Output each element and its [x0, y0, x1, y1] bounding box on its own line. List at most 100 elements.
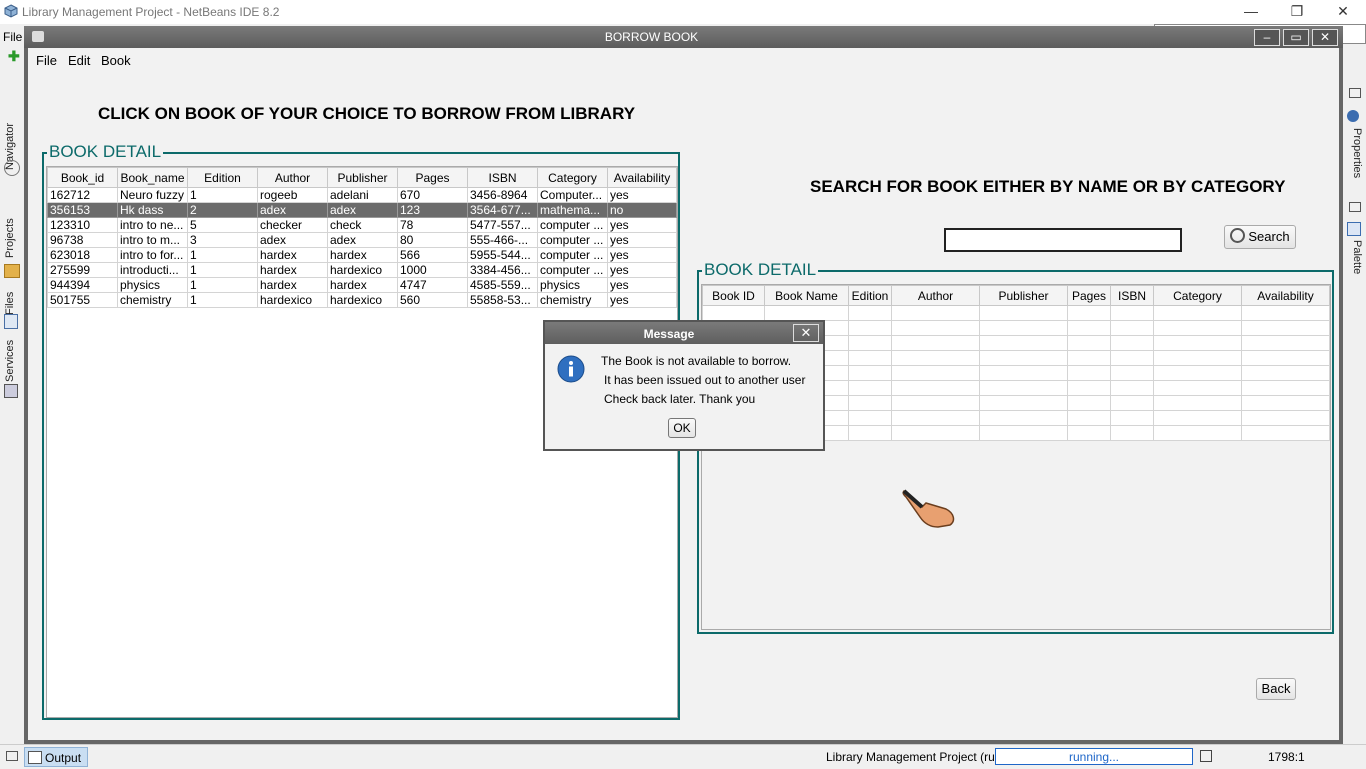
column-header[interactable]: Edition — [848, 285, 892, 306]
column-header[interactable]: Book_id — [47, 167, 118, 188]
column-header[interactable]: Author — [891, 285, 980, 306]
column-header[interactable]: Pages — [397, 167, 468, 188]
table-cell: 1 — [187, 187, 258, 203]
column-header[interactable]: Author — [257, 167, 328, 188]
table-cell — [979, 365, 1068, 381]
window-maximize-button[interactable]: ▭ — [1283, 29, 1309, 46]
column-header[interactable]: Book_name — [117, 167, 188, 188]
tab-properties[interactable]: Properties — [1347, 128, 1363, 188]
table-cell — [1110, 305, 1154, 321]
menu-file[interactable]: File — [36, 53, 57, 68]
tab-palette[interactable]: Palette — [1347, 240, 1363, 288]
table-cell: 555-466-... — [467, 232, 538, 248]
column-header[interactable]: Book Name — [764, 285, 849, 306]
table-cell — [891, 425, 980, 441]
table-cell — [848, 335, 892, 351]
table-cell — [979, 425, 1068, 441]
table-cell: 1000 — [397, 262, 468, 278]
table-cell — [848, 305, 892, 321]
table-cell: 3384-456... — [467, 262, 538, 278]
table-cell — [979, 320, 1068, 336]
table-row[interactable]: 944394 physics 1 hardex hardex 4747 4585-559..… — [47, 277, 677, 293]
table-cell: computer ... — [537, 232, 608, 248]
dialog-close-button[interactable]: ✕ — [793, 324, 819, 342]
info-icon — [557, 355, 585, 383]
table-cell — [979, 335, 1068, 351]
table-row[interactable] — [702, 305, 1330, 321]
tab-services[interactable]: Services — [4, 338, 20, 384]
table-cell — [1241, 305, 1330, 321]
ok-button[interactable]: OK — [668, 418, 696, 438]
search-button[interactable]: Search — [1224, 225, 1296, 249]
table-cell: 1 — [187, 247, 258, 263]
column-header[interactable]: Publisher — [327, 167, 398, 188]
table-row[interactable]: 623018 intro to for... 1 hardex hardex 566 595… — [47, 247, 677, 263]
table-cell: yes — [607, 232, 677, 248]
table-cell — [891, 365, 980, 381]
column-header[interactable]: Edition — [187, 167, 258, 188]
table-cell: yes — [607, 292, 677, 308]
table-row[interactable]: 356153 Hk dass 2 adex adex 123 3564-677... math… — [47, 202, 677, 218]
run-progress-bar: running... — [995, 748, 1193, 765]
table-cell — [1153, 320, 1242, 336]
menu-book[interactable]: Book — [101, 53, 131, 68]
table-cell — [979, 350, 1068, 366]
group-title-2: BOOK DETAIL — [702, 260, 819, 280]
column-header[interactable]: Category — [537, 167, 608, 188]
column-header[interactable]: Book ID — [702, 285, 765, 306]
column-header[interactable]: Availability — [1241, 285, 1330, 306]
ide-title-bar: Library Management Project - NetBeans ID… — [0, 0, 1366, 24]
table-cell: yes — [607, 217, 677, 233]
table-cell: no — [607, 202, 677, 218]
table-cell — [891, 395, 980, 411]
page-heading: CLICK ON BOOK OF YOUR CHOICE TO BORROW F… — [98, 104, 636, 123]
tab-output[interactable]: Output — [24, 747, 88, 767]
search-input[interactable] — [944, 228, 1182, 252]
table-cell: 3564-677... — [467, 202, 538, 218]
column-header[interactable]: ISBN — [1110, 285, 1154, 306]
table-row[interactable]: 96738 intro to m... 3 adex adex 80 555-466-...… — [47, 232, 677, 248]
ide-close-button[interactable]: ✕ — [1320, 0, 1366, 24]
tab-projects[interactable]: Projects — [4, 214, 20, 262]
minimize-group-icon[interactable] — [1349, 88, 1361, 98]
search-button-label: Search — [1248, 229, 1290, 244]
dialog-message-line-1: The Book is not available to borrow. — [601, 354, 792, 368]
books-table[interactable]: Book_id Book_name Edition Author Publisher Pa… — [47, 167, 677, 308]
table-cell: yes — [607, 262, 677, 278]
table-row[interactable]: 162712 Neuro fuzzy 1 rogeeb adelani 670 3456-8… — [47, 187, 677, 203]
back-button[interactable]: Back — [1256, 678, 1296, 700]
table-row[interactable]: 123310 intro to ne... 5 checker check 78 5477-… — [47, 217, 677, 233]
table-cell: 670 — [397, 187, 468, 203]
table-cell — [1067, 335, 1111, 351]
column-header[interactable]: ISBN — [467, 167, 538, 188]
new-project-icon[interactable]: ✚ — [8, 48, 20, 64]
menu-edit[interactable]: Edit — [68, 53, 90, 68]
column-header[interactable]: Availability — [607, 167, 677, 188]
table-cell — [848, 425, 892, 441]
column-header[interactable]: Publisher — [979, 285, 1068, 306]
minimize-output-icon[interactable] — [6, 751, 18, 761]
column-header[interactable]: Pages — [1067, 285, 1111, 306]
ide-restore-button[interactable]: ❐ — [1274, 0, 1320, 24]
cancel-task-icon[interactable] — [1200, 750, 1212, 762]
minimize-group-icon-2[interactable] — [1349, 202, 1361, 212]
table-row[interactable]: 275599 introducti... 1 hardex hardexico 1000 3… — [47, 262, 677, 278]
dialog-title-bar: Message ✕ — [545, 322, 823, 344]
table-cell: adelani — [327, 187, 398, 203]
ide-menu-file-partial[interactable]: File — [3, 30, 22, 44]
menu-bar: File Edit Book — [28, 48, 1339, 72]
properties-icon — [1347, 110, 1359, 122]
table-cell: hardex — [257, 247, 328, 263]
table-cell — [891, 335, 980, 351]
window-minimize-button[interactable]: – — [1254, 29, 1280, 46]
table-cell: chemistry — [117, 292, 188, 308]
table-row[interactable]: 501755 chemistry 1 hardexico hardexico 560 558… — [47, 292, 677, 308]
table-cell — [1241, 380, 1330, 396]
table-cell: 3456-8964 — [467, 187, 538, 203]
ide-minimize-button[interactable]: — — [1228, 0, 1274, 24]
navigator-icon — [4, 160, 20, 176]
column-header[interactable]: Category — [1153, 285, 1242, 306]
table-cell: introducti... — [117, 262, 188, 278]
netbeans-cube-icon — [4, 4, 18, 18]
window-close-button[interactable]: ✕ — [1312, 29, 1338, 46]
